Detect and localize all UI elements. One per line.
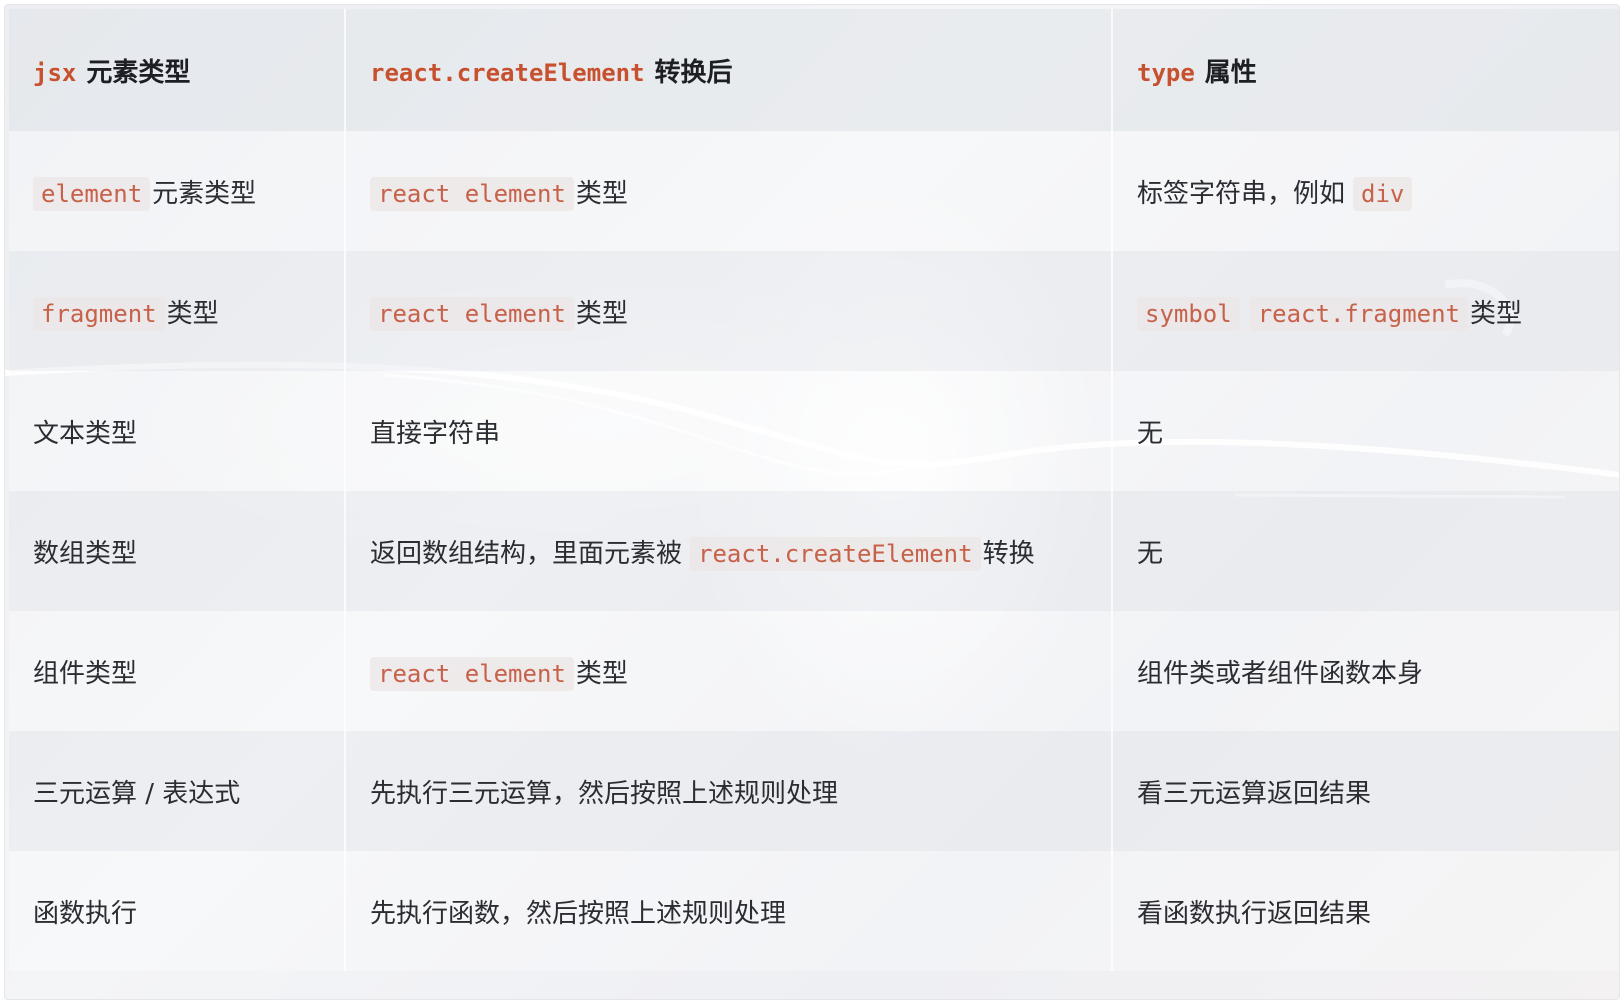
table-row: element 元素类型 react element 类型 标签字符串，例如 div: [9, 131, 1619, 251]
header-type-attribute: type 属性: [1113, 9, 1619, 131]
cell-jsx-type: element 元素类型: [9, 131, 346, 251]
header-code: jsx: [33, 58, 77, 87]
cell-text: 类型: [575, 658, 628, 689]
cell-text: 转换: [982, 538, 1035, 569]
cell-type-attr: 组件类或者组件函数本身: [1113, 611, 1619, 731]
header-after-conversion: react.createElement 转换后: [346, 9, 1113, 131]
cell-converted: 直接字符串: [346, 371, 1113, 491]
inline-code: div: [1353, 176, 1413, 211]
inline-code: react.fragment: [1249, 296, 1468, 331]
inline-code: react.createElement: [690, 536, 981, 571]
cell-type-attr: 标签字符串，例如 div: [1113, 131, 1619, 251]
cell-converted: react element 类型: [346, 611, 1113, 731]
header-label: 属性: [1204, 57, 1257, 88]
cell-jsx-type: fragment 类型: [9, 251, 346, 371]
inline-code: react element: [370, 176, 574, 211]
cell-type-attr: 看三元运算返回结果: [1113, 731, 1619, 851]
cell-type-attr: 无: [1113, 491, 1619, 611]
cell-text: 标签字符串，例如: [1137, 178, 1346, 209]
table-row: 组件类型 react element 类型 组件类或者组件函数本身: [9, 611, 1619, 731]
table-row: 三元运算 / 表达式 先执行三元运算，然后按照上述规则处理 看三元运算返回结果: [9, 731, 1619, 851]
table-header-row: jsx 元素类型 react.createElement 转换后 type 属性: [9, 9, 1619, 131]
header-label: 转换后: [654, 57, 733, 88]
cell-text: 元素类型: [152, 178, 257, 209]
cell-text: 返回数组结构，里面元素被: [370, 538, 683, 569]
cell-text: 类型: [575, 178, 628, 209]
header-code: type: [1137, 58, 1195, 87]
cell-converted: react element 类型: [346, 131, 1113, 251]
cell-converted: 先执行函数，然后按照上述规则处理: [346, 851, 1113, 971]
inline-code: react element: [370, 656, 574, 691]
header-code: react.createElement: [370, 58, 645, 87]
cell-type-attr: 看函数执行返回结果: [1113, 851, 1619, 971]
cell-text: 类型: [166, 298, 219, 329]
table-row: fragment 类型 react element 类型 symbol react.f…: [9, 251, 1619, 371]
header-jsx-element-type: jsx 元素类型: [9, 9, 346, 131]
table-row: 数组类型 返回数组结构，里面元素被 react.createElement 转换 无: [9, 491, 1619, 611]
cell-text: 类型: [1470, 298, 1523, 329]
cell-type-attr: 无: [1113, 371, 1619, 491]
inline-code: react element: [370, 296, 574, 331]
inline-code: symbol: [1137, 296, 1240, 331]
cell-converted: 返回数组结构，里面元素被 react.createElement 转换: [346, 491, 1113, 611]
cell-text: 类型: [575, 298, 628, 329]
inline-code: element: [33, 176, 151, 211]
header-label: 元素类型: [86, 57, 191, 88]
cell-converted: react element 类型: [346, 251, 1113, 371]
table-row: 文本类型 直接字符串 无: [9, 371, 1619, 491]
table-row: 函数执行 先执行函数，然后按照上述规则处理 看函数执行返回结果: [9, 851, 1619, 971]
table-container: jsx 元素类型 react.createElement 转换后 type 属性 el…: [4, 4, 1620, 1000]
cell-converted: 先执行三元运算，然后按照上述规则处理: [346, 731, 1113, 851]
jsx-conversion-table: jsx 元素类型 react.createElement 转换后 type 属性 el…: [9, 9, 1619, 971]
cell-jsx-type: 函数执行: [9, 851, 346, 971]
cell-type-attr: symbol react.fragment 类型: [1113, 251, 1619, 371]
cell-jsx-type: 文本类型: [9, 371, 346, 491]
cell-jsx-type: 组件类型: [9, 611, 346, 731]
cell-jsx-type: 数组类型: [9, 491, 346, 611]
inline-code: fragment: [33, 296, 165, 331]
cell-jsx-type: 三元运算 / 表达式: [9, 731, 346, 851]
